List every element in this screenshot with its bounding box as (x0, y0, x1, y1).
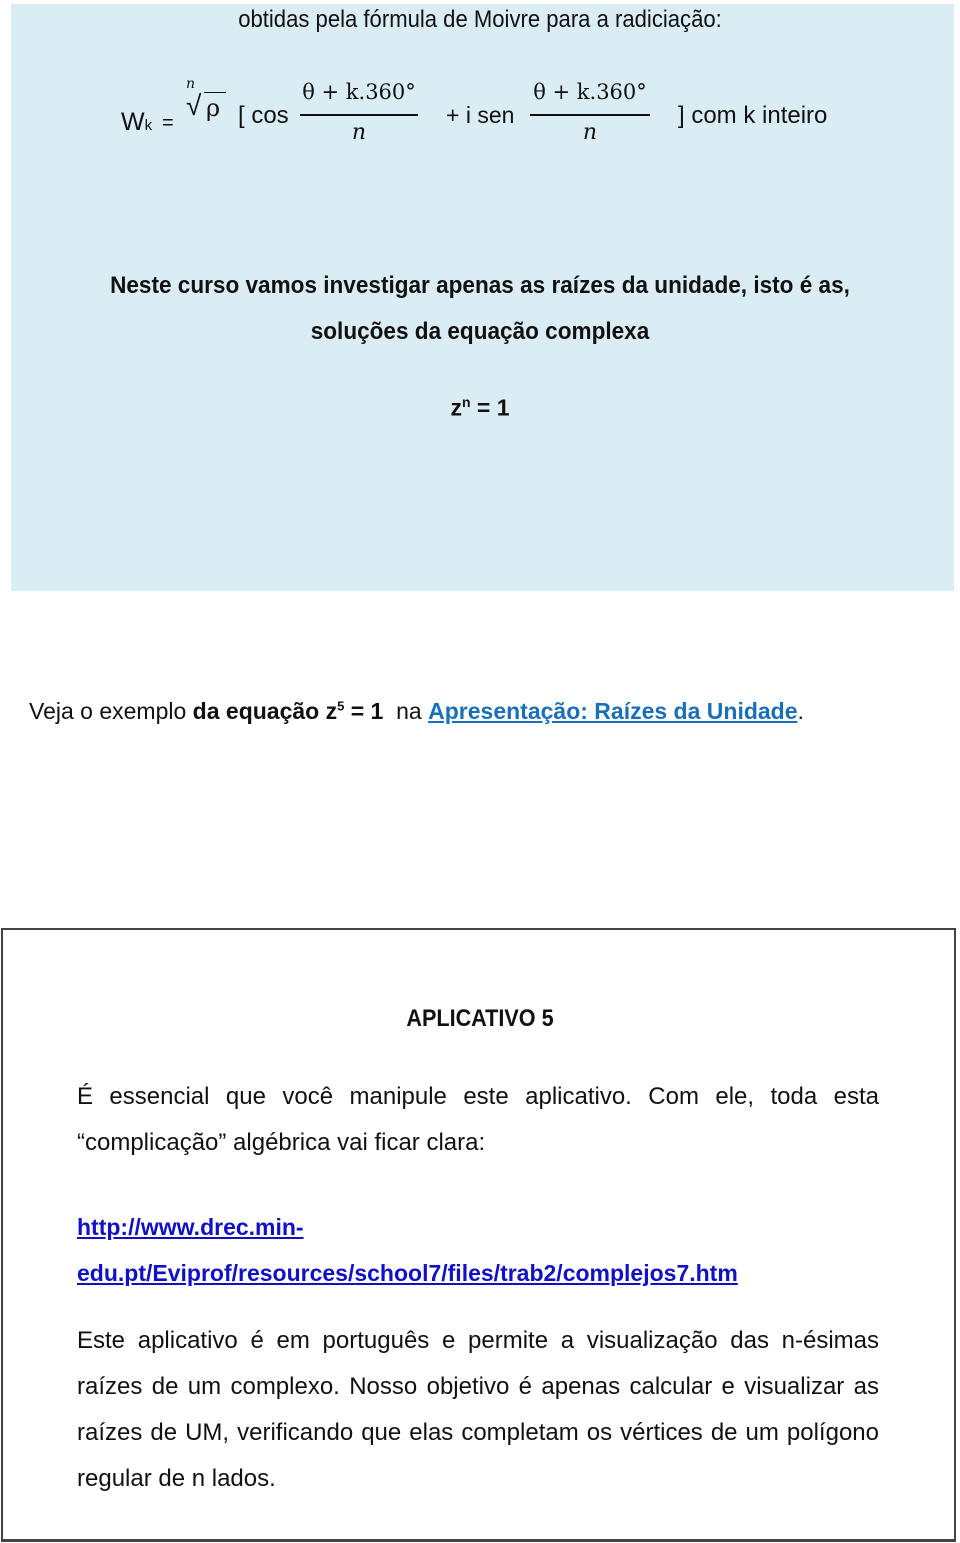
numerator-2: θ + k.360° (533, 80, 647, 104)
eq-base: z (450, 394, 462, 421)
moivre-formula: Wk = n √ ρ [ cos θ + k.360° n + i sen θ … (0, 76, 960, 158)
radical-icon: √ (186, 90, 202, 121)
plus-i-sen: + i sen (446, 102, 515, 128)
url-line-2[interactable]: edu.pt/Eviprof/resources/school7/files/t… (77, 1260, 738, 1286)
open-bracket-cos: [ cos (238, 102, 289, 129)
fraction-bar-2 (530, 114, 650, 116)
intro-text: obtidas pela fórmula de Moivre para a ra… (238, 6, 722, 33)
application-url-link[interactable]: http://www.drec.min-edu.pt/Eviprof/resou… (77, 1204, 738, 1296)
formula-w: W (121, 108, 145, 136)
application-intro: É essencial que você manipule este aplic… (77, 1083, 879, 1156)
numerator-1: θ + k.360° (302, 80, 416, 104)
radical-bar (204, 92, 226, 93)
paragraph-line-2: soluções da equação complexa (310, 318, 650, 345)
example-equation: da equação z (192, 698, 338, 724)
eq-exponent: n (461, 394, 471, 410)
radicand: ρ (206, 94, 221, 122)
url-line-1[interactable]: http://www.drec.min- (77, 1214, 304, 1240)
eq-rest: = 1 (470, 394, 510, 421)
formula-lhs: Wk (121, 108, 152, 137)
example-suffix: . (797, 698, 804, 724)
formula-equals: = (162, 112, 174, 134)
application-description: Este aplicativo é em português e permite… (77, 1327, 879, 1492)
equation-zn: zn = 1 (0, 394, 960, 422)
example-equation-rest: = 1 (344, 698, 384, 724)
example-prefix: Veja o exemplo (29, 698, 193, 724)
example-middle: na (383, 698, 429, 724)
fraction-bar-1 (300, 114, 418, 116)
formula-sub-k: k (144, 117, 153, 134)
paragraph-line-1: Neste curso vamos investigar apenas as r… (110, 272, 850, 299)
denominator-1: n (351, 120, 367, 145)
presentation-link[interactable]: Apresentação: Raízes da Unidade (428, 698, 797, 724)
example-line: Veja o exemplo da equação z5 = 1 na Apre… (29, 698, 804, 725)
close-bracket-text: ] com k inteiro (678, 102, 828, 129)
denominator-2: n (582, 120, 598, 145)
application-title: APLICATIVO 5 (406, 1005, 554, 1032)
